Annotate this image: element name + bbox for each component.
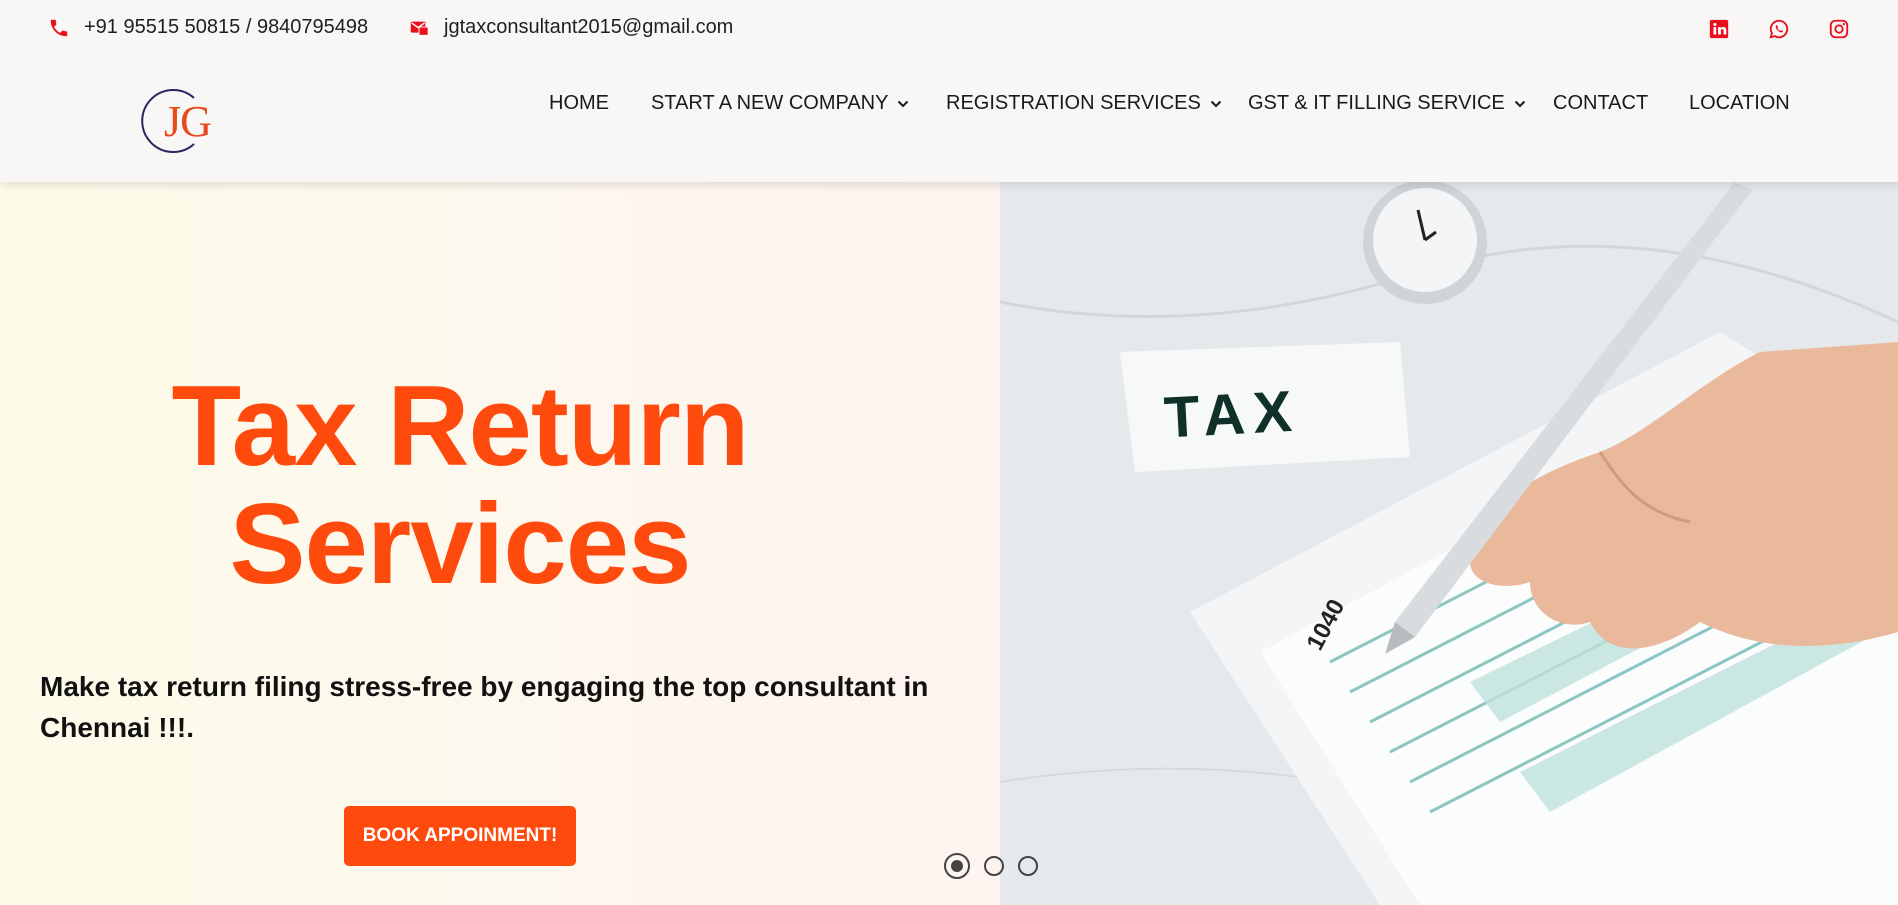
clock-icon <box>1363 182 1487 304</box>
book-appointment-button[interactable]: BOOK APPOINMENT! <box>344 806 576 866</box>
nav-registration-services[interactable]: REGISTRATION SERVICES <box>946 92 1223 115</box>
instagram-link[interactable] <box>1826 16 1852 42</box>
top-contact-bar: +91 95515 50815 / 9840795498 jgtaxconsul… <box>0 0 1898 58</box>
phone-text: +91 95515 50815 / 9840795498 <box>84 16 369 38</box>
phone-contact[interactable]: +91 95515 50815 / 9840795498 <box>48 16 368 39</box>
site-header: JG HOME START A NEW COMPANY REGISTRATION… <box>0 58 1898 182</box>
phone-icon <box>50 19 68 36</box>
nav-location[interactable]: LOCATION <box>1689 92 1790 115</box>
nav-registration-services-label: REGISTRATION SERVICES <box>946 92 1201 114</box>
tax-form-illustration: TAX 1040 <box>1000 182 1898 905</box>
email-contact[interactable]: jgtaxconsultant2015@gmail.com <box>408 16 733 39</box>
linkedin-link[interactable] <box>1706 16 1732 42</box>
nav-contact-label: CONTACT <box>1553 92 1649 114</box>
hero-title-line-2: Services <box>229 481 691 608</box>
mail-icon <box>410 21 429 36</box>
nav-start-new-company[interactable]: START A NEW COMPANY <box>651 92 910 115</box>
chevron-down-icon <box>1210 100 1222 107</box>
instagram-icon <box>1829 19 1849 39</box>
chevron-down-icon <box>1514 100 1525 107</box>
nav-home-label: HOME <box>549 92 609 114</box>
slider-dot-2[interactable] <box>984 856 1004 876</box>
nav-home[interactable]: HOME <box>549 92 609 115</box>
nav-start-new-company-label: START A NEW COMPANY <box>651 92 889 114</box>
hero-title: Tax Return Services <box>60 368 860 604</box>
nav-location-label: LOCATION <box>1689 92 1790 114</box>
hero-subtitle: Make tax return filing stress-free by en… <box>40 671 929 743</box>
tax-card-text: TAX <box>1162 378 1301 450</box>
nav-contact[interactable]: CONTACT <box>1553 92 1648 115</box>
whatsapp-link[interactable] <box>1766 16 1792 42</box>
site-logo[interactable]: JG <box>134 86 214 156</box>
hero-slider: Tax Return Services Make tax return fili… <box>0 182 1898 905</box>
logo-text: JG <box>164 97 212 146</box>
chevron-down-icon <box>898 100 909 107</box>
slider-dot-3[interactable] <box>1018 856 1038 876</box>
email-text: jgtaxconsultant2015@gmail.com <box>444 16 734 38</box>
nav-gst-it-filling-service-label: GST & IT FILLING SERVICE <box>1248 92 1505 114</box>
linkedin-icon <box>1709 19 1729 39</box>
slider-dots <box>944 853 1038 879</box>
slider-dot-1[interactable] <box>944 853 970 879</box>
whatsapp-icon <box>1769 19 1789 39</box>
nav-gst-it-filling-service[interactable]: GST & IT FILLING SERVICE <box>1248 92 1527 115</box>
hero-text-panel: Tax Return Services Make tax return fili… <box>0 182 1000 905</box>
hero-title-line-1: Tax Return <box>171 363 750 490</box>
hero-image: TAX 1040 <box>1000 182 1898 905</box>
